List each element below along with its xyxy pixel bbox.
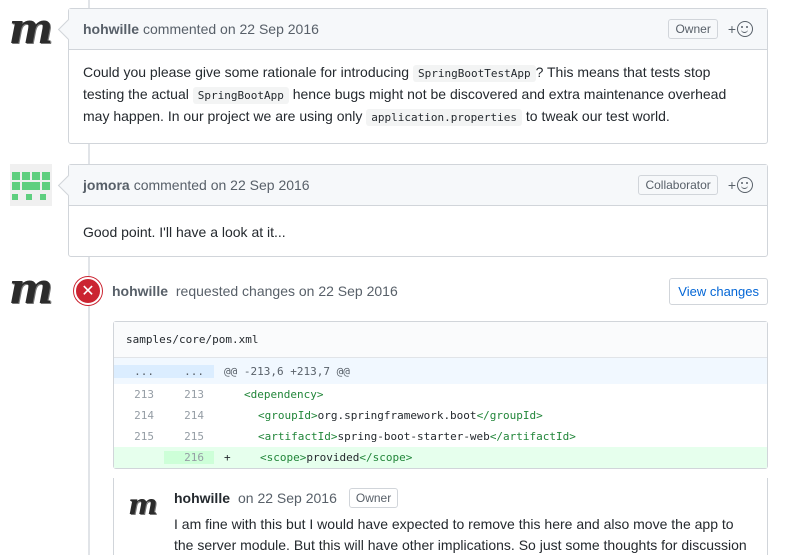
avatar-hohwille[interactable]: m (8, 266, 54, 312)
inline-code: SpringBootApp (192, 87, 289, 104)
xml-close-tag: </artifactId> (489, 430, 576, 443)
inline-comment-header: hohwille on 22 Sep 2016 Owner (174, 488, 399, 508)
xml-value: spring-boot-starter-web (337, 430, 490, 443)
xml-open-tag: <artifactId> (258, 430, 338, 443)
inline-code: SpringBootTestApp (412, 65, 536, 82)
xml-open-tag: <scope> (260, 451, 307, 464)
diff-line: 215 215 <artifactId>spring-boot-starter-… (114, 426, 767, 447)
line-number-new[interactable]: 214 (164, 409, 214, 422)
avatar-m-glyph: m (8, 4, 54, 53)
avatar-jomora[interactable] (8, 162, 54, 208)
xml-value: org.springframework.boot (317, 409, 477, 422)
smiley-icon (737, 21, 753, 37)
add-reaction-button[interactable]: + (728, 177, 753, 193)
review-text: hohwille requested changes on 22 Sep 201… (112, 283, 398, 299)
avatar-m-glyph: m (8, 264, 54, 313)
diff-code: <artifactId>spring-boot-starter-web</art… (214, 430, 576, 443)
comment-header: hohwille commented on 22 Sep 2016 Owner … (69, 9, 767, 50)
line-number-old[interactable]: 214 (114, 409, 164, 422)
diff-sign: + (224, 451, 231, 464)
line-number-old[interactable]: 213 (114, 388, 164, 401)
line-number-new[interactable]: ... (164, 364, 214, 378)
owner-badge: Owner (668, 19, 718, 39)
diff-hunk-header: ... ... @@ -213,6 +213,7 @@ (114, 358, 767, 384)
review-author[interactable]: hohwille (112, 283, 168, 299)
line-number-new[interactable]: 213 (164, 388, 214, 401)
smiley-icon (737, 177, 753, 193)
diff-line-added: 216 + <scope>provided</scope> (114, 447, 767, 468)
plus-label: + (727, 21, 736, 37)
line-number-new[interactable]: 216 (164, 451, 214, 464)
line-number-old[interactable]: 215 (114, 430, 164, 443)
file-path[interactable]: samples/core/pom.xml (114, 322, 767, 358)
diff-line: 214 214 <groupId>org.springframework.boo… (114, 405, 767, 426)
diff-code: <groupId>org.springframework.boot</group… (214, 409, 543, 422)
avatar-hohwille-small[interactable]: m (128, 490, 158, 520)
avatar-hohwille[interactable]: m (8, 6, 54, 52)
xml-close-tag: </scope> (359, 451, 413, 464)
xml-open-tag: <groupId> (258, 409, 318, 422)
hunk-text: @@ -213,6 +213,7 @@ (224, 364, 350, 378)
line-number-new[interactable]: 215 (164, 430, 214, 443)
collaborator-badge: Collaborator (638, 175, 718, 195)
xml-value: provided (306, 451, 360, 464)
avatar-m-glyph: m (128, 488, 158, 521)
line-number-old[interactable]: ... (114, 364, 164, 378)
inline-meta[interactable]: on 22 Sep 2016 (238, 490, 337, 506)
comment-jomora: jomora commented on 22 Sep 2016 Collabor… (68, 164, 768, 257)
plus-label: + (727, 177, 736, 193)
comment-author[interactable]: hohwille (83, 21, 139, 37)
identicon (10, 164, 52, 206)
review-event: ✕ hohwille requested changes on 22 Sep 2… (74, 275, 768, 307)
comment-author[interactable]: jomora (83, 177, 130, 193)
xml-close-tag: </groupId> (476, 409, 543, 422)
body-text: Could you please give some rationale for… (83, 64, 410, 80)
comment-header: jomora commented on 22 Sep 2016 Collabor… (69, 165, 767, 206)
comment-hohwille-1: hohwille commented on 22 Sep 2016 Owner … (68, 8, 768, 144)
inline-review-comment: m hohwille on 22 Sep 2016 Owner I am fin… (113, 478, 768, 555)
inline-comment-body: I am fine with this but I would have exp… (174, 516, 747, 553)
owner-badge: Owner (348, 488, 399, 508)
diff-line: 213 213 <dependency> (114, 384, 767, 405)
inline-code: application.properties (366, 109, 522, 126)
diff-code: <scope>provided</scope> (228, 451, 412, 464)
diff-file: samples/core/pom.xml ... ... @@ -213,6 +… (113, 321, 768, 469)
review-meta[interactable]: requested changes on 22 Sep 2016 (176, 283, 398, 299)
comment-body: Could you please give some rationale for… (69, 50, 767, 140)
body-text: to tweak our test world. (525, 108, 670, 124)
comment-meta[interactable]: commented on 22 Sep 2016 (134, 177, 310, 193)
diff-code: <dependency> (244, 388, 324, 401)
x-circle-icon: ✕ (74, 277, 102, 305)
view-changes-button[interactable]: View changes (669, 277, 768, 305)
add-reaction-button[interactable]: + (728, 21, 753, 37)
inline-author[interactable]: hohwille (174, 490, 230, 506)
comment-meta[interactable]: commented on 22 Sep 2016 (143, 21, 319, 37)
comment-body: Good point. I'll have a look at it... (83, 224, 286, 240)
